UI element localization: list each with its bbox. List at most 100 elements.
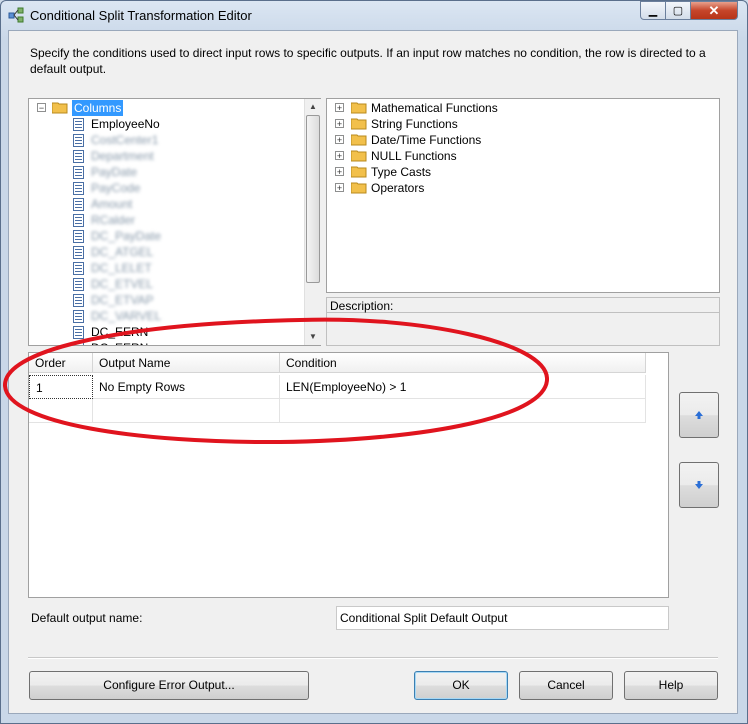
column-item-label: PayCode (91, 181, 141, 195)
minimize-icon: ▁ (648, 5, 658, 17)
column-item[interactable]: DC_EERN (29, 324, 304, 340)
function-category-label: String Functions (371, 117, 458, 131)
grid-cell-output-name[interactable]: No Empty Rows (93, 375, 280, 399)
column-item-label: CostCenter1 (91, 133, 159, 147)
column-item[interactable]: DC_PayDate (29, 228, 304, 244)
grid-new-row-order[interactable] (29, 399, 93, 423)
instruction-text: Specify the conditions used to direct in… (30, 46, 706, 76)
function-category-label: Mathematical Functions (371, 101, 498, 115)
column-item[interactable]: DC_EERN (29, 340, 304, 345)
grid-header-output-name[interactable]: Output Name (93, 353, 280, 373)
folder-icon (351, 150, 367, 162)
grid-cell-order[interactable]: 1 (29, 375, 93, 399)
scroll-down-icon[interactable]: ▼ (305, 329, 321, 345)
tree-root-label[interactable]: Columns (72, 100, 124, 116)
maximize-button[interactable]: ▢ (665, 1, 691, 20)
expand-icon[interactable]: + (335, 183, 344, 193)
column-item[interactable]: DC_VARVEL (29, 308, 304, 324)
column-item-label: DC_VARVEL (91, 309, 162, 323)
grid-cell-condition[interactable]: LEN(EmployeeNo) > 1 (280, 375, 646, 399)
column-icon (73, 118, 84, 131)
default-output-label: Default output name: (31, 611, 143, 625)
tree-root-columns[interactable]: − Columns (29, 100, 304, 116)
column-item[interactable]: DC_LELET (29, 260, 304, 276)
expand-icon[interactable]: + (335, 151, 344, 161)
column-item[interactable]: RCalder (29, 212, 304, 228)
column-item[interactable]: PayDate (29, 164, 304, 180)
function-category[interactable]: + NULL Functions (327, 148, 707, 164)
column-item[interactable]: EmployeeNo (29, 116, 304, 132)
expand-icon[interactable]: + (335, 135, 344, 145)
column-item-label: DC_EERN (91, 340, 148, 345)
scroll-thumb[interactable] (306, 115, 320, 283)
function-category-label: Date/Time Functions (371, 133, 482, 147)
cancel-button[interactable]: Cancel (519, 671, 613, 700)
columns-vertical-scrollbar[interactable]: ▲ ▼ (304, 99, 321, 345)
close-icon: ✕ (708, 2, 720, 18)
column-icon (73, 198, 84, 211)
column-icon (73, 134, 84, 147)
window-title: Conditional Split Transformation Editor (30, 8, 252, 23)
grid-new-row-output-name[interactable] (93, 399, 280, 423)
grid-header-order[interactable]: Order (29, 353, 93, 373)
arrow-down-icon (695, 481, 703, 489)
conditional-split-icon (8, 7, 24, 23)
function-category-label: Type Casts (371, 165, 432, 179)
column-icon (73, 278, 84, 291)
column-item-label: PayDate (91, 165, 138, 179)
column-item[interactable]: PayCode (29, 180, 304, 196)
grid-header-condition[interactable]: Condition (280, 353, 646, 373)
description-area (326, 313, 720, 346)
ok-button[interactable]: OK (414, 671, 508, 700)
default-output-name-input[interactable]: Conditional Split Default Output (336, 606, 669, 630)
expand-icon[interactable]: + (335, 119, 344, 129)
title-bar[interactable]: Conditional Split Transformation Editor … (0, 0, 746, 30)
function-category[interactable]: + Type Casts (327, 164, 707, 180)
functions-tree-panel[interactable]: + Mathematical Functions + String Functions… (326, 98, 720, 293)
folder-icon (351, 118, 367, 130)
column-icon (73, 230, 84, 243)
column-item-label: RCalder (91, 213, 136, 227)
column-item[interactable]: DC_ETVAP (29, 292, 304, 308)
expand-icon[interactable]: + (335, 167, 344, 177)
arrow-up-icon (695, 411, 703, 419)
function-category-label: NULL Functions (371, 149, 457, 163)
column-icon (73, 182, 84, 195)
function-category[interactable]: + Mathematical Functions (327, 100, 707, 116)
folder-icon (351, 166, 367, 178)
column-icon (73, 246, 84, 259)
scroll-up-icon[interactable]: ▲ (305, 99, 321, 115)
help-button[interactable]: Help (624, 671, 718, 700)
column-item-label: DC_ETVEL (91, 277, 154, 291)
column-item[interactable]: Amount (29, 196, 304, 212)
column-item[interactable]: DC_ATGEL (29, 244, 304, 260)
maximize-icon: ▢ (672, 5, 684, 17)
conditions-grid[interactable]: Order Output Name Condition 1 No Empty R… (28, 352, 669, 598)
column-item-label: Amount (91, 197, 133, 211)
folder-open-icon (52, 102, 68, 114)
column-item-label: Department (91, 149, 154, 163)
separator (28, 657, 718, 659)
grid-new-row-condition[interactable] (280, 399, 646, 423)
column-item[interactable]: Department (29, 148, 304, 164)
expand-icon[interactable]: + (335, 103, 344, 113)
function-category[interactable]: + String Functions (327, 116, 707, 132)
columns-tree-panel[interactable]: − Columns EmployeeNo CostCenter1 Departmen… (28, 98, 321, 346)
close-button[interactable]: ✕ (690, 1, 738, 20)
column-item-label: DC_PayDate (91, 229, 162, 243)
description-header: Description: (326, 297, 720, 313)
column-icon (73, 294, 84, 307)
configure-error-output-button[interactable]: Configure Error Output... (29, 671, 309, 700)
function-category[interactable]: + Date/Time Functions (327, 132, 707, 148)
function-category[interactable]: + Operators (327, 180, 707, 196)
column-item[interactable]: DC_ETVEL (29, 276, 304, 292)
move-down-button[interactable] (679, 462, 719, 508)
minimize-button[interactable]: ▁ (640, 1, 666, 20)
column-item-label: DC_ATGEL (91, 245, 154, 259)
column-item[interactable]: CostCenter1 (29, 132, 304, 148)
column-item-label: EmployeeNo (91, 117, 160, 131)
collapse-icon[interactable]: − (37, 103, 46, 113)
column-item-label: DC_EERN (91, 325, 149, 339)
move-up-button[interactable] (679, 392, 719, 438)
function-category-label: Operators (371, 181, 425, 195)
